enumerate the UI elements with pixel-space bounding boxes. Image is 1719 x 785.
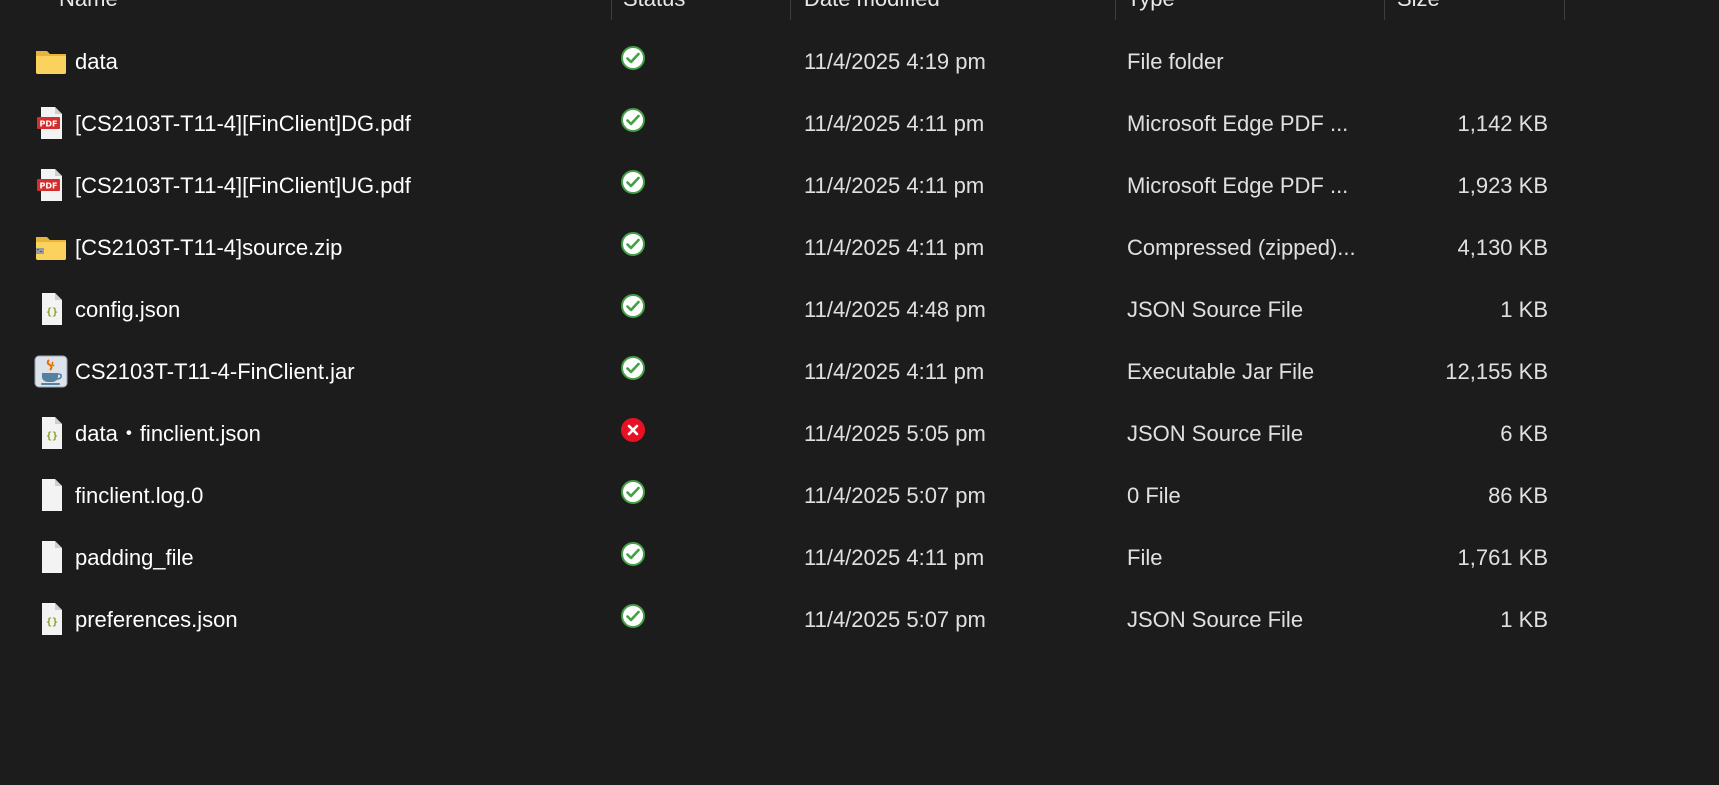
file-date: 11/4/2025 5:07 pm: [804, 483, 986, 508]
column-divider[interactable]: [611, 0, 612, 20]
file-size: 4,130 KB: [1457, 235, 1548, 260]
zip-folder-icon: [34, 229, 68, 265]
file-name[interactable]: CS2103T-T11-4-FinClient.jar: [75, 341, 595, 403]
file-name[interactable]: data・finclient.json: [75, 403, 595, 465]
file-date: 11/4/2025 4:11 pm: [804, 111, 985, 136]
file-name[interactable]: padding_file: [75, 527, 595, 589]
sync-ok-icon: [620, 293, 646, 319]
file-type: Compressed (zipped)...: [1127, 235, 1356, 260]
file-size: 86 KB: [1488, 483, 1548, 508]
json-file-icon: {}: [34, 601, 68, 637]
json-file-icon: {}: [34, 291, 68, 327]
file-size: 1,142 KB: [1457, 111, 1548, 136]
svg-text:{}: {}: [46, 431, 58, 442]
blank-file-icon: [34, 539, 68, 575]
file-type: JSON Source File: [1127, 421, 1304, 446]
svg-text:{}: {}: [46, 617, 58, 628]
file-row[interactable]: [CS2103T-T11-4]source.zip 11/4/2025 4:11 …: [0, 217, 1719, 279]
file-name[interactable]: [CS2103T-T11-4]source.zip: [75, 217, 595, 279]
column-divider[interactable]: [1115, 0, 1116, 20]
file-date: 11/4/2025 4:11 pm: [804, 359, 985, 384]
sync-ok-icon: [620, 603, 646, 629]
file-date: 11/4/2025 4:19 pm: [804, 49, 986, 74]
column-divider[interactable]: [1384, 0, 1385, 20]
file-row[interactable]: data 11/4/2025 4:19 pm File folder: [0, 31, 1719, 93]
sync-ok-icon: [620, 541, 646, 567]
file-name[interactable]: data: [75, 31, 595, 93]
file-size: 12,155 KB: [1445, 359, 1548, 384]
file-name[interactable]: [CS2103T-T11-4][FinClient]DG.pdf: [75, 93, 595, 155]
file-type: 0 File: [1127, 483, 1181, 508]
pdf-icon: PDF: [34, 105, 68, 141]
file-size: 1,761 KB: [1457, 545, 1548, 570]
file-date: 11/4/2025 5:05 pm: [804, 421, 986, 446]
file-type: Microsoft Edge PDF ...: [1127, 173, 1349, 198]
file-date: 11/4/2025 4:11 pm: [804, 545, 985, 570]
file-type: File folder: [1127, 49, 1224, 74]
file-row[interactable]: PDF [CS2103T-T11-4][FinClient]UG.pdf 11/4/…: [0, 155, 1719, 217]
folder-icon: [34, 43, 68, 79]
sync-ok-icon: [620, 479, 646, 505]
file-row[interactable]: finclient.log.0 11/4/2025 5:07 pm 0 File 86…: [0, 465, 1719, 527]
file-row[interactable]: {} config.json 11/4/2025 4:48 pm JSON Sourc…: [0, 279, 1719, 341]
sync-ok-icon: [620, 231, 646, 257]
java-jar-icon: [34, 353, 68, 389]
file-size: 6 KB: [1500, 421, 1548, 446]
file-row[interactable]: {} preferences.json 11/4/2025 5:07 pm JSON …: [0, 589, 1719, 651]
file-name[interactable]: config.json: [75, 279, 595, 341]
file-row[interactable]: PDF [CS2103T-T11-4][FinClient]DG.pdf 11/4/…: [0, 93, 1719, 155]
blank-file-icon: [34, 477, 68, 513]
file-type: JSON Source File: [1127, 297, 1304, 322]
file-date: 11/4/2025 5:07 pm: [804, 607, 986, 632]
file-type: JSON Source File: [1127, 607, 1304, 632]
file-size: 1 KB: [1500, 297, 1548, 322]
column-header: Name Status Date modified Type Size: [0, 0, 1719, 20]
column-name-header[interactable]: Name: [59, 0, 118, 12]
json-file-icon: {}: [34, 415, 68, 451]
file-row[interactable]: {} data・finclient.json 11/4/2025 5:05 pm JS…: [0, 403, 1719, 465]
column-type-header[interactable]: Type: [1127, 0, 1175, 12]
svg-text:PDF: PDF: [40, 182, 58, 191]
column-divider[interactable]: [1564, 0, 1565, 20]
sync-ok-icon: [620, 107, 646, 133]
file-type: File: [1127, 545, 1163, 570]
column-size-header[interactable]: Size: [1397, 0, 1440, 12]
file-name[interactable]: preferences.json: [75, 589, 595, 651]
column-date-header[interactable]: Date modified: [804, 0, 940, 12]
file-size: 1,923 KB: [1457, 173, 1548, 198]
sync-ok-icon: [620, 355, 646, 381]
file-type: Microsoft Edge PDF ...: [1127, 111, 1349, 136]
sync-error-icon: [620, 417, 646, 443]
file-date: 11/4/2025 4:48 pm: [804, 297, 986, 322]
file-name[interactable]: finclient.log.0: [75, 465, 595, 527]
sync-ok-icon: [620, 45, 646, 71]
column-divider[interactable]: [790, 0, 791, 20]
file-date: 11/4/2025 4:11 pm: [804, 235, 985, 260]
svg-text:{}: {}: [46, 307, 58, 318]
file-type: Executable Jar File: [1127, 359, 1315, 384]
file-name[interactable]: [CS2103T-T11-4][FinClient]UG.pdf: [75, 155, 595, 217]
file-size: [1390, 31, 1548, 93]
pdf-icon: PDF: [34, 167, 68, 203]
file-row[interactable]: padding_file 11/4/2025 4:11 pm File 1,761 K…: [0, 527, 1719, 589]
svg-text:PDF: PDF: [40, 120, 58, 129]
sync-ok-icon: [620, 169, 646, 195]
column-status-header[interactable]: Status: [623, 0, 685, 12]
file-date: 11/4/2025 4:11 pm: [804, 173, 985, 198]
file-size: 1 KB: [1500, 607, 1548, 632]
file-row[interactable]: CS2103T-T11-4-FinClient.jar 11/4/2025 4:1…: [0, 341, 1719, 403]
